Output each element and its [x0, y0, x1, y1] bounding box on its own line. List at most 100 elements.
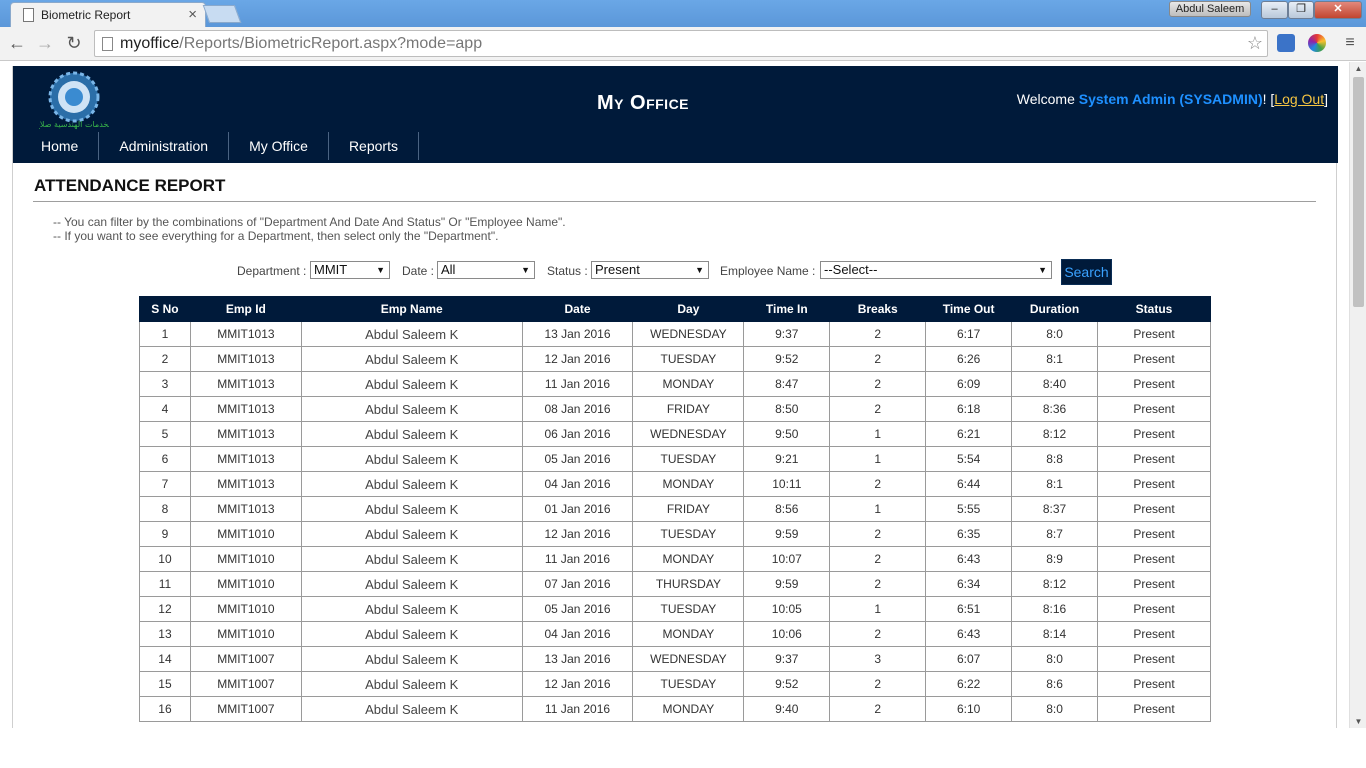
cell-day: TUESDAY — [632, 446, 745, 472]
status-select[interactable]: Present ▼ — [591, 261, 709, 279]
color-wheel-extension-icon[interactable] — [1308, 34, 1326, 52]
scroll-up-arrow-icon[interactable]: ▲ — [1350, 64, 1366, 73]
chevron-down-icon: ▼ — [376, 265, 385, 275]
cell-breaks: 1 — [829, 596, 927, 622]
vertical-scrollbar[interactable]: ▲ ▼ — [1349, 62, 1366, 728]
back-arrow-icon[interactable]: ← — [5, 31, 29, 55]
cell-status: Present — [1097, 321, 1211, 347]
reload-icon[interactable]: ↻ — [62, 31, 86, 55]
column-header-date: Date — [521, 296, 634, 322]
filter-hint-1: -- You can filter by the combinations of… — [53, 215, 566, 229]
cell-duration: 8:0 — [1011, 321, 1099, 347]
browser-titlebar: Biometric Report × Abdul Saleem – ❐ ✕ — [0, 0, 1366, 27]
user-name: System Admin (SYSADMIN) — [1078, 91, 1263, 107]
table-body: 1 MMIT1013 Abdul Saleem K 13 Jan 2016 WEDNES… — [139, 321, 1211, 722]
forward-arrow-icon[interactable]: → — [33, 31, 57, 55]
cell-status: Present — [1097, 696, 1211, 722]
menu-item-my-office[interactable]: My Office — [229, 132, 329, 160]
cell-s-no: 11 — [139, 571, 191, 597]
bookmark-star-icon[interactable]: ☆ — [1247, 33, 1263, 54]
cell-time-out: 6:43 — [925, 546, 1013, 572]
cell-emp-name: Abdul Saleem K — [300, 571, 523, 597]
scrollbar-thumb[interactable] — [1353, 77, 1364, 307]
cell-duration: 8:8 — [1011, 446, 1099, 472]
search-button[interactable]: Search — [1061, 259, 1112, 285]
menu-icon[interactable]: ≡ — [1338, 31, 1362, 55]
cell-day: MONDAY — [632, 696, 745, 722]
column-header-time-out: Time Out — [925, 296, 1013, 322]
cell-status: Present — [1097, 571, 1211, 597]
cell-emp-id: MMIT1013 — [189, 421, 302, 447]
cell-breaks: 2 — [829, 346, 927, 372]
chevron-down-icon: ▼ — [1038, 265, 1047, 275]
address-bar[interactable]: myoffice/Reports/BiometricReport.aspx?mo… — [94, 30, 1268, 57]
cell-day: MONDAY — [632, 471, 745, 497]
cell-breaks: 2 — [829, 621, 927, 647]
page-viewport: الخدمات الهندسية صلاح My Office Welcome … — [0, 62, 1366, 728]
cell-time-in: 9:37 — [743, 646, 831, 672]
cell-day: THURSDAY — [632, 571, 745, 597]
logout-link[interactable]: Log Out — [1274, 91, 1324, 107]
cell-day: MONDAY — [632, 371, 745, 397]
table-row: 5 MMIT1013 Abdul Saleem K 06 Jan 2016 WEDNES… — [139, 421, 1211, 447]
cell-time-in: 10:11 — [743, 471, 831, 497]
new-tab-button[interactable] — [202, 5, 242, 23]
cell-date: 11 Jan 2016 — [521, 696, 634, 722]
table-row: 1 MMIT1013 Abdul Saleem K 13 Jan 2016 WEDNES… — [139, 321, 1211, 347]
column-header-emp-name: Emp Name — [300, 296, 523, 322]
cell-emp-name: Abdul Saleem K — [300, 421, 523, 447]
close-tab-icon[interactable]: × — [188, 6, 197, 23]
cell-status: Present — [1097, 496, 1211, 522]
cell-date: 12 Jan 2016 — [521, 671, 634, 697]
menu-item-administration[interactable]: Administration — [99, 132, 230, 160]
date-select[interactable]: All ▼ — [437, 261, 535, 279]
column-header-emp-id: Emp Id — [189, 296, 302, 322]
cell-status: Present — [1097, 546, 1211, 572]
cell-emp-id: MMIT1013 — [189, 471, 302, 497]
cell-duration: 8:9 — [1011, 546, 1099, 572]
cell-breaks: 2 — [829, 396, 927, 422]
cell-emp-name: Abdul Saleem K — [300, 321, 523, 347]
filter-hint-2: -- If you want to see everything for a D… — [53, 229, 499, 243]
cell-emp-id: MMIT1007 — [189, 671, 302, 697]
cell-breaks: 2 — [829, 371, 927, 397]
menu-item-home[interactable]: Home — [13, 132, 100, 160]
cell-emp-id: MMIT1013 — [189, 496, 302, 522]
department-select[interactable]: MMIT ▼ — [310, 261, 390, 279]
cell-date: 08 Jan 2016 — [521, 396, 634, 422]
cell-day: FRIDAY — [632, 496, 745, 522]
menu-item-reports[interactable]: Reports — [329, 132, 419, 160]
cell-date: 04 Jan 2016 — [521, 471, 634, 497]
cell-time-out: 6:17 — [925, 321, 1013, 347]
cell-date: 11 Jan 2016 — [521, 546, 634, 572]
cell-time-in: 10:06 — [743, 621, 831, 647]
employee-name-select[interactable]: --Select-- ▼ — [820, 261, 1052, 279]
cell-emp-name: Abdul Saleem K — [300, 446, 523, 472]
cell-breaks: 1 — [829, 496, 927, 522]
minimize-button[interactable]: – — [1261, 1, 1288, 19]
browser-tab[interactable]: Biometric Report × — [10, 2, 206, 27]
table-row: 6 MMIT1013 Abdul Saleem K 05 Jan 2016 TUESDA… — [139, 446, 1211, 472]
cell-s-no: 5 — [139, 421, 191, 447]
scroll-down-arrow-icon[interactable]: ▼ — [1350, 717, 1366, 726]
cell-status: Present — [1097, 646, 1211, 672]
table-row: 16 MMIT1007 Abdul Saleem K 11 Jan 2016 MONDA… — [139, 696, 1211, 722]
cell-emp-id: MMIT1007 — [189, 646, 302, 672]
os-user-badge[interactable]: Abdul Saleem — [1169, 1, 1251, 17]
cell-duration: 8:40 — [1011, 371, 1099, 397]
cell-s-no: 1 — [139, 321, 191, 347]
cell-breaks: 2 — [829, 321, 927, 347]
column-header-time-in: Time In — [743, 296, 831, 322]
cell-status: Present — [1097, 346, 1211, 372]
cell-s-no: 13 — [139, 621, 191, 647]
cell-date: 13 Jan 2016 — [521, 321, 634, 347]
main-menu: Home Administration My Office Reports — [13, 132, 419, 162]
maximize-button[interactable]: ❐ — [1288, 1, 1314, 19]
close-window-button[interactable]: ✕ — [1314, 1, 1362, 19]
extension-icon[interactable] — [1277, 34, 1295, 52]
cell-breaks: 2 — [829, 471, 927, 497]
cell-time-out: 6:44 — [925, 471, 1013, 497]
cell-emp-name: Abdul Saleem K — [300, 596, 523, 622]
page-icon — [23, 8, 34, 22]
cell-emp-name: Abdul Saleem K — [300, 371, 523, 397]
